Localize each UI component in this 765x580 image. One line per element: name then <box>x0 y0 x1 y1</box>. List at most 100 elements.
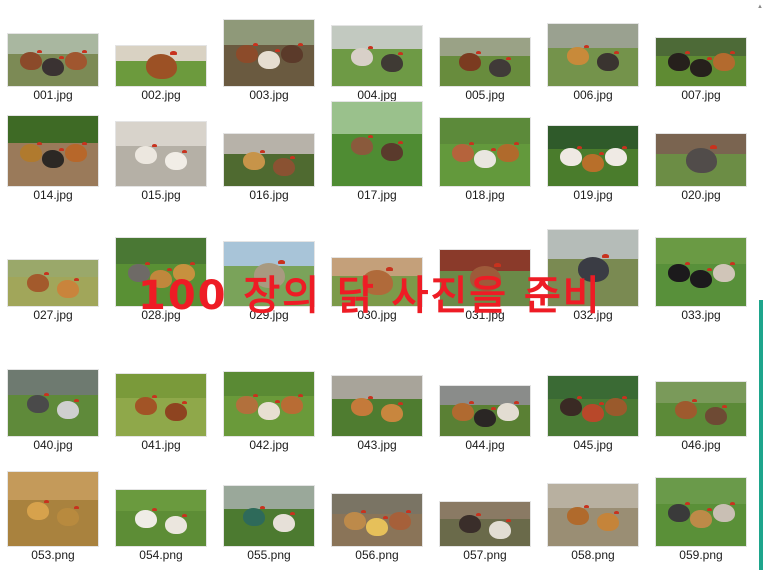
chicken-shape <box>705 407 727 425</box>
file-item[interactable]: 058.png <box>541 468 645 580</box>
file-thumbnail-image[interactable] <box>224 486 314 546</box>
file-thumbnail-image[interactable] <box>8 370 98 436</box>
file-item[interactable]: 053.png <box>1 468 105 580</box>
file-thumbnail-image[interactable] <box>656 238 746 306</box>
file-thumbnail-image[interactable] <box>548 126 638 186</box>
file-item[interactable]: 014.jpg <box>1 108 105 220</box>
file-item[interactable]: 040.jpg <box>1 358 105 470</box>
file-thumbnail-image[interactable] <box>116 122 206 186</box>
file-thumbnail-image[interactable] <box>224 134 314 186</box>
chicken-comb-shape <box>253 43 258 46</box>
file-thumbnail-image[interactable] <box>656 134 746 186</box>
file-thumbnail-image[interactable] <box>224 372 314 436</box>
chicken-shape <box>351 137 373 155</box>
file-item[interactable]: 044.jpg <box>433 358 537 470</box>
chicken-comb-shape <box>722 405 727 408</box>
file-item[interactable]: 046.jpg <box>649 358 753 470</box>
file-thumbnail-image[interactable] <box>8 260 98 306</box>
chicken-shape <box>489 59 511 77</box>
chicken-comb-shape <box>182 401 187 404</box>
file-thumbnail-image[interactable] <box>656 38 746 86</box>
thumbnail-ground <box>656 402 746 436</box>
file-item[interactable]: 055.png <box>217 468 321 580</box>
file-item[interactable]: 015.jpg <box>109 108 213 220</box>
file-thumbnail-image[interactable] <box>440 386 530 436</box>
chicken-comb-shape <box>599 402 604 405</box>
file-thumbnail-image[interactable] <box>332 26 422 86</box>
file-item[interactable]: 043.jpg <box>325 358 429 470</box>
thumbnail-background <box>332 102 422 134</box>
chicken-comb-shape <box>368 46 373 49</box>
chicken-shape <box>165 152 187 170</box>
chicken-shape <box>560 398 582 416</box>
chicken-shape <box>582 154 604 172</box>
chicken-comb-shape <box>614 51 619 54</box>
file-item[interactable]: 019.jpg <box>541 108 645 220</box>
file-thumbnail-image[interactable] <box>116 374 206 436</box>
vertical-scrollbar[interactable]: ▲ <box>755 0 765 572</box>
file-thumbnail-image[interactable] <box>116 46 206 86</box>
chicken-shape <box>20 52 42 70</box>
file-item[interactable]: 042.jpg <box>217 358 321 470</box>
file-item[interactable]: 018.jpg <box>433 108 537 220</box>
chicken-comb-shape <box>514 401 519 404</box>
chicken-comb-shape <box>491 148 496 151</box>
thumbnail-ground <box>224 508 314 546</box>
file-thumbnail-image[interactable] <box>8 34 98 86</box>
chicken-comb-shape <box>599 152 604 155</box>
file-thumbnail-image[interactable] <box>656 478 746 546</box>
file-thumbnail-image[interactable] <box>224 20 314 86</box>
chicken-comb-shape <box>685 51 690 54</box>
file-thumbnail-image[interactable] <box>656 382 746 436</box>
chicken-shape <box>20 144 42 162</box>
file-item[interactable]: 005.jpg <box>433 8 537 120</box>
file-item[interactable]: 001.jpg <box>1 8 105 120</box>
thumbnail-ground <box>332 48 422 86</box>
file-thumbnail-image[interactable] <box>332 376 422 436</box>
file-item[interactable]: 017.jpg <box>325 102 429 220</box>
file-name-label: 044.jpg <box>465 438 505 452</box>
file-thumbnail-image[interactable] <box>440 118 530 186</box>
chicken-shape <box>489 521 511 539</box>
chicken-comb-shape <box>298 43 303 46</box>
file-thumbnail-image[interactable] <box>332 494 422 546</box>
file-item[interactable]: 006.jpg <box>541 8 645 120</box>
file-thumbnail-image[interactable] <box>548 24 638 86</box>
file-item[interactable]: 045.jpg <box>541 358 645 470</box>
thumbnail-background <box>548 484 638 508</box>
file-thumbnail-image[interactable] <box>440 38 530 86</box>
chicken-shape <box>236 45 258 63</box>
file-thumbnail-image[interactable] <box>8 472 98 546</box>
scrollbar-thumb[interactable] <box>759 300 763 570</box>
file-thumbnail-image[interactable] <box>440 502 530 546</box>
file-thumbnail-image[interactable] <box>548 484 638 546</box>
thumbnail-ground <box>116 146 206 186</box>
file-thumbnail-image[interactable] <box>8 116 98 186</box>
chicken-comb-shape <box>476 51 481 54</box>
file-item[interactable]: 007.jpg <box>649 8 753 120</box>
chicken-comb-shape <box>692 399 697 402</box>
file-thumbnail-image[interactable] <box>548 376 638 436</box>
chicken-shape <box>690 510 712 528</box>
chicken-shape <box>381 404 403 422</box>
file-item[interactable]: 016.jpg <box>217 108 321 220</box>
file-item[interactable]: 056.png <box>325 468 429 580</box>
scroll-up-arrow-icon[interactable]: ▲ <box>757 4 763 10</box>
file-name-label: 046.jpg <box>681 438 721 452</box>
file-item[interactable]: 059.png <box>649 468 753 580</box>
file-thumbnail-image[interactable] <box>116 490 206 546</box>
file-item[interactable]: 002.jpg <box>109 8 213 120</box>
file-thumbnail-image[interactable] <box>332 102 422 186</box>
file-item[interactable]: 027.jpg <box>1 228 105 340</box>
file-item[interactable]: 020.jpg <box>649 108 753 220</box>
file-item[interactable]: 041.jpg <box>109 358 213 470</box>
file-item[interactable]: 033.jpg <box>649 228 753 340</box>
thumbnail-background <box>8 116 98 143</box>
chicken-comb-shape <box>469 142 474 145</box>
file-item[interactable]: 054.png <box>109 468 213 580</box>
chicken-comb-shape <box>74 278 79 281</box>
file-item[interactable]: 003.jpg <box>217 8 321 120</box>
file-item[interactable]: 057.png <box>433 468 537 580</box>
thumbnail-ground <box>8 395 98 436</box>
thumbnail-ground <box>332 133 422 186</box>
